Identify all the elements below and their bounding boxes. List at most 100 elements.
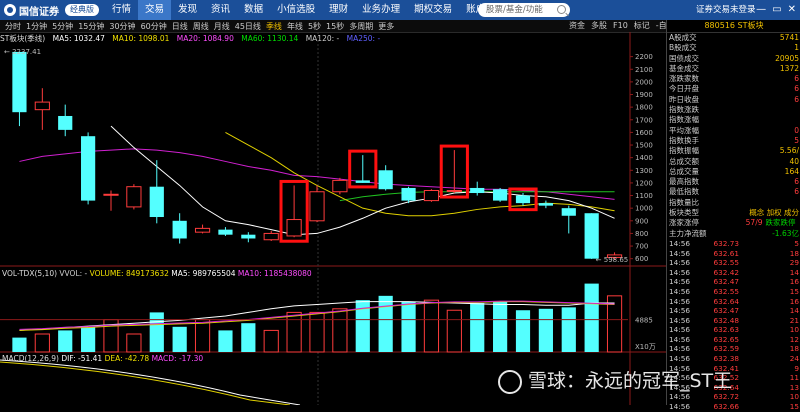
kline-chart[interactable]: ← 2237.41 ← 598.65 4885 X10万 600 700 800 900 1… xyxy=(0,0,666,405)
tick-price: 632.55 xyxy=(713,286,739,296)
tick-row[interactable]: 14:56 632.72 10 xyxy=(667,392,800,402)
tick-volume: 9 xyxy=(794,363,799,373)
stat-row: 指数振幅 5.56/ xyxy=(667,146,800,156)
tick-row[interactable]: 14:56 632.38 24 xyxy=(667,354,800,364)
tick-price: 632.63 xyxy=(713,325,739,335)
tick-row[interactable]: 14:56 632.64 16 xyxy=(667,297,800,307)
stat-row: 最高指数 6 xyxy=(667,177,800,187)
tick-price: 632.65 xyxy=(713,334,739,344)
stat-value: 5 xyxy=(794,135,799,145)
y-tick-label: 700 xyxy=(635,243,648,251)
volume-bar xyxy=(194,319,211,353)
macd-value: MACD: -17.30 xyxy=(151,354,204,363)
tick-row[interactable]: 14:56 632.63 10 xyxy=(667,325,800,335)
stat-row: 指数涨跌 xyxy=(667,105,800,115)
y-tick-label: 1600 xyxy=(635,129,653,137)
candle-body xyxy=(515,195,531,204)
stat-label: B股成交 xyxy=(669,43,697,53)
candle-body xyxy=(584,213,599,259)
tick-price: 632.42 xyxy=(713,267,739,277)
volume-bar xyxy=(58,330,73,352)
stat-row: 最低指数 6 xyxy=(667,187,800,197)
tick-row[interactable]: 14:56 632.65 12 xyxy=(667,335,800,345)
tick-volume: 24 xyxy=(789,354,799,364)
tick-price: 632.66 xyxy=(713,402,739,412)
stat-value: 6 xyxy=(794,84,799,94)
tick-row[interactable]: 14:56 632.55 15 xyxy=(667,287,800,297)
volume-info: VOL-TDX(5,10) VVOL: - VOLUME: 849173632 … xyxy=(2,269,312,278)
stat-value: 1 xyxy=(794,43,799,53)
candle-body xyxy=(218,229,233,235)
tick-time: 14:56 xyxy=(669,344,691,354)
volume-bar xyxy=(538,308,553,352)
stat-label: 平均涨幅 xyxy=(669,125,699,135)
tick-row[interactable]: 14:56 632.55 29 xyxy=(667,258,800,268)
vol-ma5-value: MA5: 989765504 xyxy=(171,269,236,278)
stat-value xyxy=(729,198,799,208)
close-icon[interactable]: ✕ xyxy=(788,0,796,20)
tick-time: 14:56 xyxy=(669,334,691,344)
candle-body xyxy=(561,208,576,216)
volume-bar xyxy=(470,303,485,352)
y-tick-label: 2200 xyxy=(635,53,653,61)
y-tick-label: 900 xyxy=(635,217,648,225)
tick-row[interactable]: 14:56 632.47 16 xyxy=(667,277,800,287)
y-tick-label: 1800 xyxy=(635,104,653,112)
tick-volume: 10 xyxy=(789,392,799,402)
stat-value: 6 xyxy=(794,187,799,197)
volume-bar xyxy=(241,323,256,352)
stat-value: 1372 xyxy=(779,63,799,73)
y-tick-label: 2000 xyxy=(635,78,653,86)
candle-body xyxy=(34,101,50,111)
login-status[interactable]: 证券交易未登录 xyxy=(696,0,756,20)
candle-body xyxy=(12,51,27,113)
stat-label: 总成交额 xyxy=(669,156,699,166)
stat-value: 6 xyxy=(794,94,799,104)
tick-volume: 11 xyxy=(789,373,799,383)
tick-volume: 16 xyxy=(789,296,799,306)
stat-row: 基金成交 1372 xyxy=(667,64,800,74)
tick-time: 14:56 xyxy=(669,315,691,325)
volume-bar xyxy=(332,308,348,353)
tick-price: 632.59 xyxy=(713,344,739,354)
tick-row[interactable]: 14:56 632.42 14 xyxy=(667,268,800,278)
tick-row[interactable]: 14:56 632.47 14 xyxy=(667,306,800,316)
candle-body xyxy=(263,232,279,241)
dif-line xyxy=(0,359,301,405)
tick-price: 632.47 xyxy=(713,277,739,287)
stat-label: A股成交 xyxy=(669,33,697,42)
candle-body xyxy=(241,234,256,239)
stat-label: 涨跌家数 xyxy=(669,74,699,84)
minimize-icon[interactable]: — xyxy=(756,0,766,20)
tick-price: 632.73 xyxy=(713,238,739,248)
tick-row[interactable]: 14:56 632.73 5 xyxy=(667,239,800,249)
vvol-value: VVOL: - xyxy=(59,269,88,278)
volume-bar xyxy=(34,333,50,353)
stat-value: 概念 加权 成分 xyxy=(749,208,799,218)
tick-row[interactable]: 14:56 632.66 15 xyxy=(667,402,800,412)
stat-label: 昨日收盘 xyxy=(669,94,699,104)
watermark-text: 雪球：永远的冠军_ST王 xyxy=(528,370,733,392)
y-tick-label: 1200 xyxy=(635,179,653,187)
tick-price: 632.61 xyxy=(713,248,739,258)
maximize-icon[interactable]: ▭ xyxy=(772,0,781,20)
net-flow-value: -1.63亿 xyxy=(772,228,799,238)
tick-volume: 12 xyxy=(789,334,799,344)
candle-body xyxy=(103,193,119,196)
y-tick-label: 1100 xyxy=(635,192,653,200)
tick-volume: 15 xyxy=(789,402,799,412)
candle-body xyxy=(194,227,211,233)
tick-row[interactable]: 14:56 632.48 21 xyxy=(667,316,800,326)
tick-price: 632.38 xyxy=(713,354,739,364)
stat-label: 指数振幅 xyxy=(669,146,699,156)
stat-row: A股成交 5741 xyxy=(667,33,800,43)
tick-row[interactable]: 14:56 632.61 18 xyxy=(667,249,800,259)
y-tick-label: 1900 xyxy=(635,91,653,99)
volume-bar xyxy=(584,283,599,352)
tick-row[interactable]: 14:56 632.59 18 xyxy=(667,344,800,354)
stat-value: 6 xyxy=(794,74,799,84)
volume-unit-label: X10万 xyxy=(635,343,656,351)
stat-label: 指数量比 xyxy=(669,197,699,207)
xueqiu-logo-icon xyxy=(498,369,522,394)
volume-bar xyxy=(218,330,233,352)
